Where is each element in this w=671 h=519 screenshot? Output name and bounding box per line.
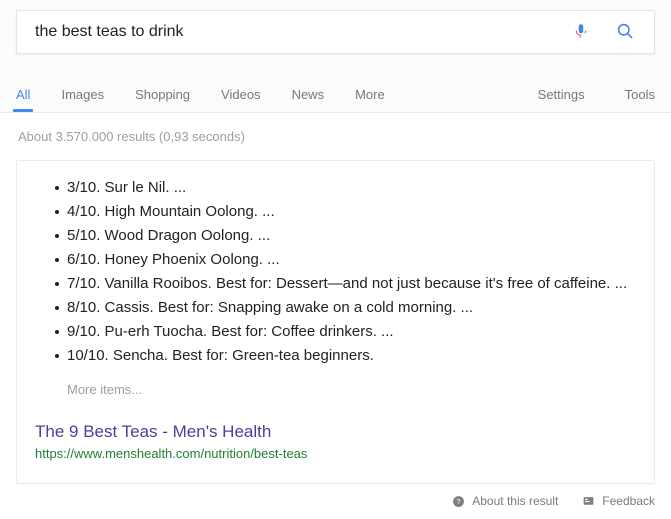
more-items-link[interactable]: More items... [35,381,636,399]
primary-tabs: All Images Shopping Videos News More [12,87,416,112]
feedback-label: Feedback [602,494,655,508]
list-item: 4/10. High Mountain Oolong. ... [35,201,636,223]
secondary-tabs: Settings Tools [498,87,655,112]
source-result: The 9 Best Teas - Men's Health https://w… [35,421,636,463]
feedback-button[interactable]: Feedback [582,494,655,508]
list-item: 7/10. Vanilla Rooibos. Best for: Dessert… [35,273,636,295]
searchbar-container [0,0,671,54]
feedback-flag-icon [582,495,595,508]
featured-snippet-list: 3/10. Sur le Nil. ... 4/10. High Mountai… [35,177,636,367]
list-item: 10/10. Sencha. Best for: Green-tea begin… [35,345,636,367]
about-this-result-label: About this result [472,494,559,508]
help-circle-icon: ? [452,495,465,508]
tab-images[interactable]: Images [61,87,104,112]
search-box[interactable] [16,10,655,54]
result-title-link[interactable]: The 9 Best Teas - Men's Health [35,421,271,443]
search-header: All Images Shopping Videos News More Set… [0,0,671,113]
featured-snippet-card: 3/10. Sur le Nil. ... 4/10. High Mountai… [16,160,655,484]
voice-search-button[interactable] [566,17,596,47]
svg-text:?: ? [457,498,461,505]
search-submit-button[interactable] [610,17,640,47]
list-item: 6/10. Honey Phoenix Oolong. ... [35,249,636,271]
list-item: 3/10. Sur le Nil. ... [35,177,636,199]
microphone-icon [572,20,590,45]
search-tabs: All Images Shopping Videos News More Set… [0,66,671,112]
tab-all[interactable]: All [12,87,35,112]
list-item: 8/10. Cassis. Best for: Snapping awake o… [35,297,636,319]
about-this-result-button[interactable]: ? About this result [452,494,558,508]
result-stats: About 3.570.000 results (0,93 seconds) [18,129,245,144]
result-footer: ? About this result Feedback [0,484,671,508]
list-item: 9/10. Pu-erh Tuocha. Best for: Coffee dr… [35,321,636,343]
tools-button[interactable]: Tools [625,87,655,112]
tab-news[interactable]: News [292,87,325,112]
result-url[interactable]: https://www.menshealth.com/nutrition/bes… [35,445,636,463]
search-input[interactable] [35,21,566,43]
tab-shopping[interactable]: Shopping [135,87,190,112]
search-icon [615,21,635,44]
tab-videos[interactable]: Videos [221,87,261,112]
tab-more[interactable]: More [355,87,385,112]
settings-button[interactable]: Settings [538,87,585,112]
list-item: 5/10. Wood Dragon Oolong. ... [35,225,636,247]
